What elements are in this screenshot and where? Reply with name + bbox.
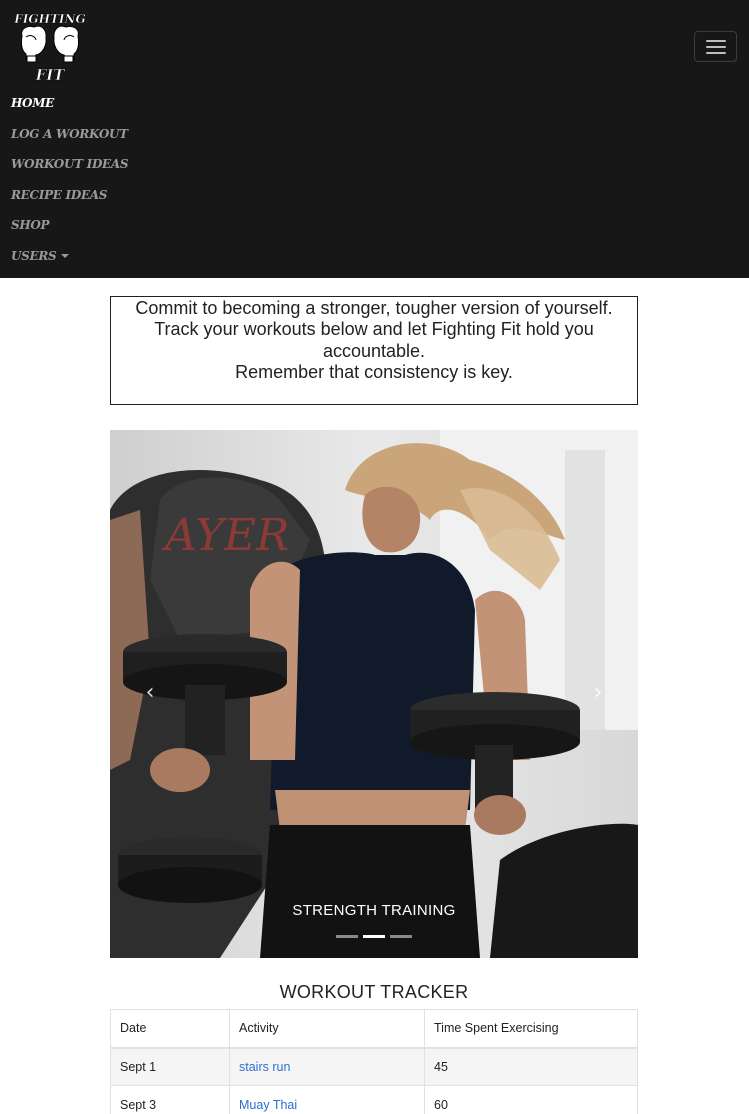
- intro-line-1: Commit to becoming a stronger, tougher v…: [135, 298, 613, 318]
- hamburger-bar: [706, 46, 726, 48]
- chevron-right-icon: ›: [593, 680, 603, 705]
- hamburger-bar: [706, 52, 726, 54]
- carousel: AYER: [110, 430, 638, 958]
- logo-text-top: FIGHTING: [14, 12, 86, 26]
- table-row: Sept 3 Muay Thai 60: [110, 1085, 638, 1114]
- carousel-next-button[interactable]: ›: [588, 678, 608, 708]
- carousel-indicator-1[interactable]: [336, 935, 358, 938]
- cell-time: 60: [424, 1085, 638, 1114]
- intro-line-3: Remember that consistency is key.: [235, 361, 513, 382]
- table-row: Sept 1 stairs run 45: [110, 1047, 638, 1086]
- activity-link[interactable]: Muay Thai: [239, 1098, 297, 1112]
- nav-item-label: USERS: [11, 248, 57, 263]
- carousel-prev-button[interactable]: ‹: [140, 678, 160, 708]
- workout-tracker-table: Date Activity Time Spent Exercising Sept…: [110, 1009, 638, 1114]
- carousel-slide-image: AYER: [110, 430, 638, 958]
- nav-menu: HOME LOG A WORKOUT WORKOUT IDEAS RECIPE …: [11, 92, 129, 276]
- nav-item-workout-ideas[interactable]: WORKOUT IDEAS: [11, 153, 129, 184]
- nav-item-recipe-ideas[interactable]: RECIPE IDEAS: [11, 184, 128, 215]
- carousel-indicator-3[interactable]: [390, 935, 412, 938]
- nav-item-label: LOG A WORKOUT: [11, 126, 128, 141]
- nav-item-home[interactable]: HOME: [11, 92, 128, 123]
- workout-tracker-title: WORKOUT TRACKER: [279, 982, 469, 1002]
- carousel-indicator-2[interactable]: [363, 935, 385, 938]
- boxing-gloves-icon: FIGHTING FIT: [14, 12, 86, 84]
- navbar-toggler-button[interactable]: [694, 31, 737, 62]
- cell-date: Sept 1: [110, 1047, 230, 1086]
- intro-line-2: Track your workouts below and let Fighti…: [154, 319, 594, 361]
- nav-item-label: SHOP: [11, 218, 50, 233]
- column-header-time: Time Spent Exercising: [424, 1009, 638, 1049]
- brand-logo[interactable]: FIGHTING FIT: [14, 10, 86, 84]
- table-header-row: Date Activity Time Spent Exercising: [110, 1009, 638, 1049]
- nav-item-users-dropdown[interactable]: USERS: [11, 245, 128, 276]
- svg-text:AYER: AYER: [161, 510, 289, 561]
- caret-down-icon: [61, 253, 70, 258]
- column-header-date: Date: [110, 1009, 230, 1049]
- nav-item-label: WORKOUT IDEAS: [11, 157, 129, 172]
- nav-item-label: HOME: [11, 96, 55, 110]
- intro-message-box: Commit to becoming a stronger, tougher v…: [110, 296, 638, 405]
- cell-activity: stairs run: [229, 1047, 425, 1086]
- column-header-activity: Activity: [229, 1009, 425, 1049]
- nav-item-shop[interactable]: SHOP: [11, 214, 128, 245]
- logo-text-bottom: FIT: [35, 66, 67, 84]
- cell-date: Sept 3: [110, 1085, 230, 1114]
- cell-time: 45: [424, 1047, 638, 1086]
- activity-link[interactable]: stairs run: [239, 1060, 290, 1074]
- carousel-caption: STRENGTH TRAINING: [292, 902, 456, 919]
- chevron-left-icon: ‹: [145, 680, 155, 705]
- nav-item-label: RECIPE IDEAS: [11, 187, 108, 202]
- nav-item-log-a-workout[interactable]: LOG A WORKOUT: [11, 123, 128, 154]
- navbar: FIGHTING FIT HOME LOG A WORKOUT WORKOUT …: [0, 0, 749, 278]
- hamburger-menu-icon: [706, 40, 726, 42]
- cell-activity: Muay Thai: [229, 1085, 425, 1114]
